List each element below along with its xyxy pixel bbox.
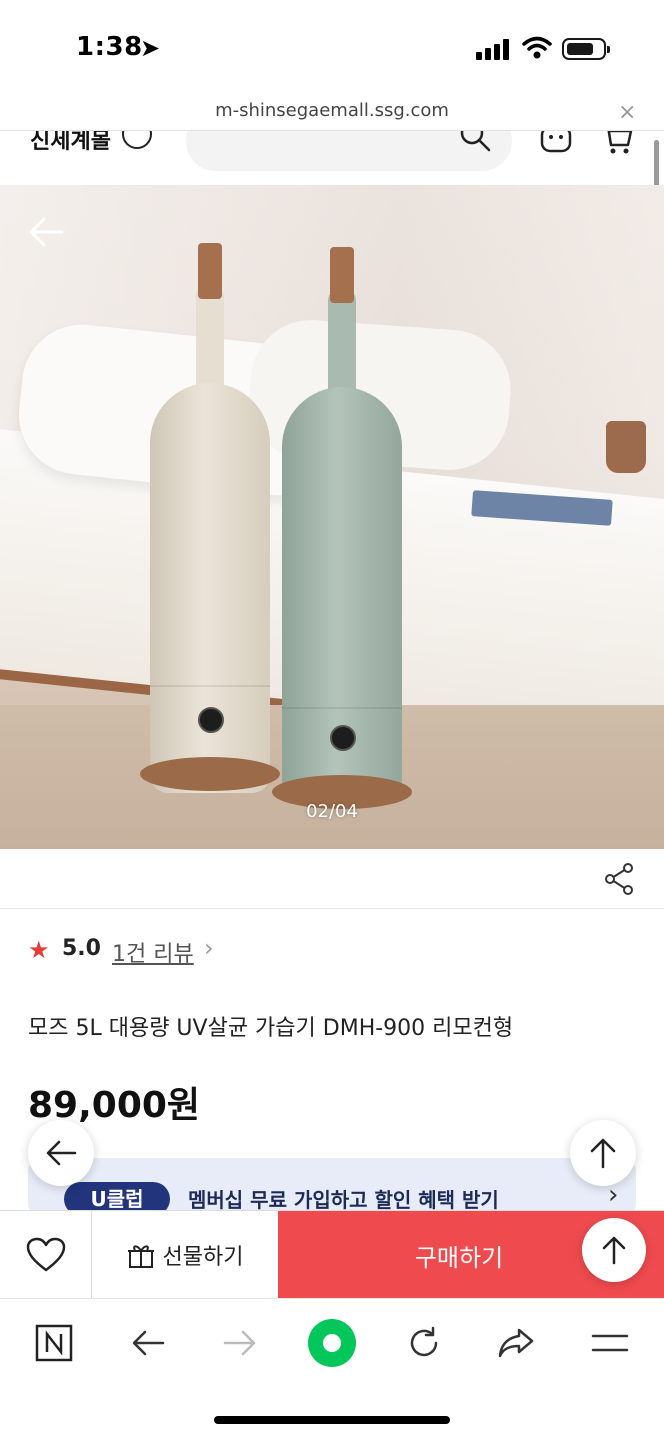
wifi-icon: [522, 36, 552, 59]
share-page-button[interactable]: [490, 1317, 542, 1369]
chevron-down-icon[interactable]: [122, 131, 152, 149]
site-header: 신세계몰: [0, 131, 664, 185]
review-link[interactable]: 1건 리뷰: [112, 936, 194, 968]
menu-button[interactable]: [584, 1317, 636, 1369]
location-arrow-icon: ➤: [140, 34, 161, 62]
divider: [0, 908, 664, 909]
gift-button[interactable]: 선물하기: [92, 1211, 278, 1299]
humidifier-beige: [140, 243, 280, 803]
scroll-top-button[interactable]: [582, 1218, 646, 1282]
reload-icon: [410, 1326, 438, 1357]
url-text[interactable]: m-shinsegaemall.ssg.com: [0, 100, 664, 121]
brand-logo[interactable]: 신세계몰: [30, 131, 111, 155]
product-image[interactable]: 02/04: [0, 185, 664, 849]
cell-signal-icon: [476, 38, 510, 60]
browser-forward-button[interactable]: [214, 1317, 266, 1369]
close-icon[interactable]: ×: [618, 100, 636, 125]
share-icon[interactable]: [602, 862, 636, 896]
status-time: 1:38: [76, 32, 143, 62]
vase: [606, 421, 646, 473]
arrow-up-icon: [602, 1236, 626, 1265]
home-indicator: [214, 1416, 450, 1424]
browser-back-button[interactable]: [122, 1317, 174, 1369]
share-arrow-icon: [498, 1328, 534, 1358]
reload-button[interactable]: [398, 1317, 450, 1369]
banner-text: 멤버십 무료 가입하고 할인 혜택 받기: [188, 1188, 499, 1212]
green-dot-icon: [308, 1319, 356, 1367]
browser-toolbar: [0, 1298, 664, 1388]
star-icon: ★: [28, 936, 50, 964]
gallery-counter: 02/04: [306, 801, 358, 822]
product-title: 모즈 5L 대용량 UV살균 가습기 DMH-900 리모컨형: [28, 1016, 514, 1041]
naver-n-icon: [35, 1324, 73, 1362]
chat-bot-icon[interactable]: [536, 131, 576, 157]
search-icon[interactable]: [458, 131, 492, 153]
gift-label: 선물하기: [162, 1245, 244, 1270]
chevron-right-icon[interactable]: ›: [204, 934, 214, 962]
back-arrow-icon: [132, 1330, 165, 1356]
gift-icon: [127, 1245, 154, 1268]
back-arrow-icon[interactable]: [26, 215, 66, 249]
wishlist-button[interactable]: [0, 1211, 92, 1299]
back-arrow-icon: [46, 1140, 77, 1166]
heart-icon: [26, 1237, 65, 1272]
arrow-up-icon: [590, 1138, 616, 1169]
cart-icon[interactable]: [600, 131, 634, 157]
rating-value: 5.0: [62, 936, 101, 961]
naver-green-button[interactable]: [306, 1317, 358, 1369]
back-float-button[interactable]: [28, 1120, 94, 1186]
humidifier-sage: [272, 247, 412, 809]
menu-icon: [591, 1334, 629, 1352]
battery-icon: [562, 38, 610, 60]
membership-banner[interactable]: U클럽 멤버십 무료 가입하고 할인 혜택 받기 ›: [28, 1158, 636, 1218]
scroll-top-button[interactable]: [570, 1120, 636, 1186]
naver-home-button[interactable]: [28, 1317, 80, 1369]
purchase-bar: 선물하기 구매하기: [0, 1210, 664, 1299]
forward-arrow-icon: [223, 1330, 256, 1356]
